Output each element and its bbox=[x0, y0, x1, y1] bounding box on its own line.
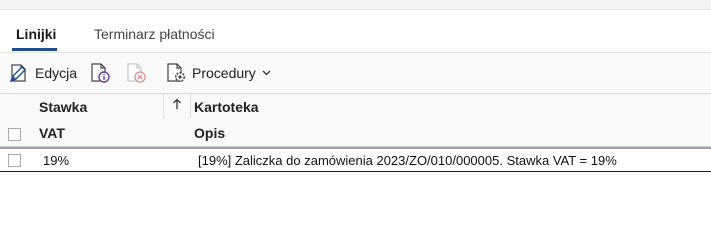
procedures-button[interactable]: Procedury bbox=[165, 62, 271, 84]
select-all-checkbox[interactable] bbox=[8, 128, 21, 141]
edit-button-label: Edycja bbox=[35, 65, 78, 81]
arrow-up-icon bbox=[172, 97, 182, 115]
edit-document-icon bbox=[8, 62, 30, 84]
column-header-opis[interactable]: Opis bbox=[194, 125, 225, 141]
column-header-kartoteka[interactable]: Kartoteka bbox=[194, 99, 259, 115]
tab-bar: Linijki Terminarz płatności bbox=[0, 18, 711, 53]
table-row[interactable]: 19% [19%] Zaliczka do zamówienia 2023/ZO… bbox=[0, 147, 711, 172]
edit-button[interactable]: Edycja bbox=[8, 62, 77, 84]
chevron-down-icon bbox=[262, 70, 271, 76]
document-delete-icon bbox=[125, 62, 147, 84]
grid-header: Stawka Kartoteka VAT Opis bbox=[0, 94, 711, 147]
sort-button[interactable] bbox=[163, 94, 191, 118]
row-checkbox[interactable] bbox=[8, 154, 21, 167]
procedures-button-label: Procedury bbox=[192, 65, 256, 81]
top-band bbox=[0, 0, 711, 10]
delete-button[interactable] bbox=[125, 62, 147, 84]
toolbar: Edycja Procedury bbox=[0, 53, 711, 94]
document-info-icon bbox=[89, 62, 111, 84]
tab-terminarz-platnosci[interactable]: Terminarz płatności bbox=[94, 26, 215, 42]
column-header-stawka[interactable]: Stawka bbox=[39, 99, 87, 115]
column-header-vat[interactable]: VAT bbox=[39, 125, 65, 141]
tab-linijki[interactable]: Linijki bbox=[16, 26, 56, 42]
active-tab-indicator bbox=[12, 48, 57, 51]
row-vat-cell: 19% bbox=[43, 153, 70, 168]
info-button[interactable] bbox=[89, 62, 111, 84]
document-gear-icon bbox=[165, 62, 187, 84]
row-opis-cell: [19%] Zaliczka do zamówienia 2023/ZO/010… bbox=[198, 153, 617, 168]
